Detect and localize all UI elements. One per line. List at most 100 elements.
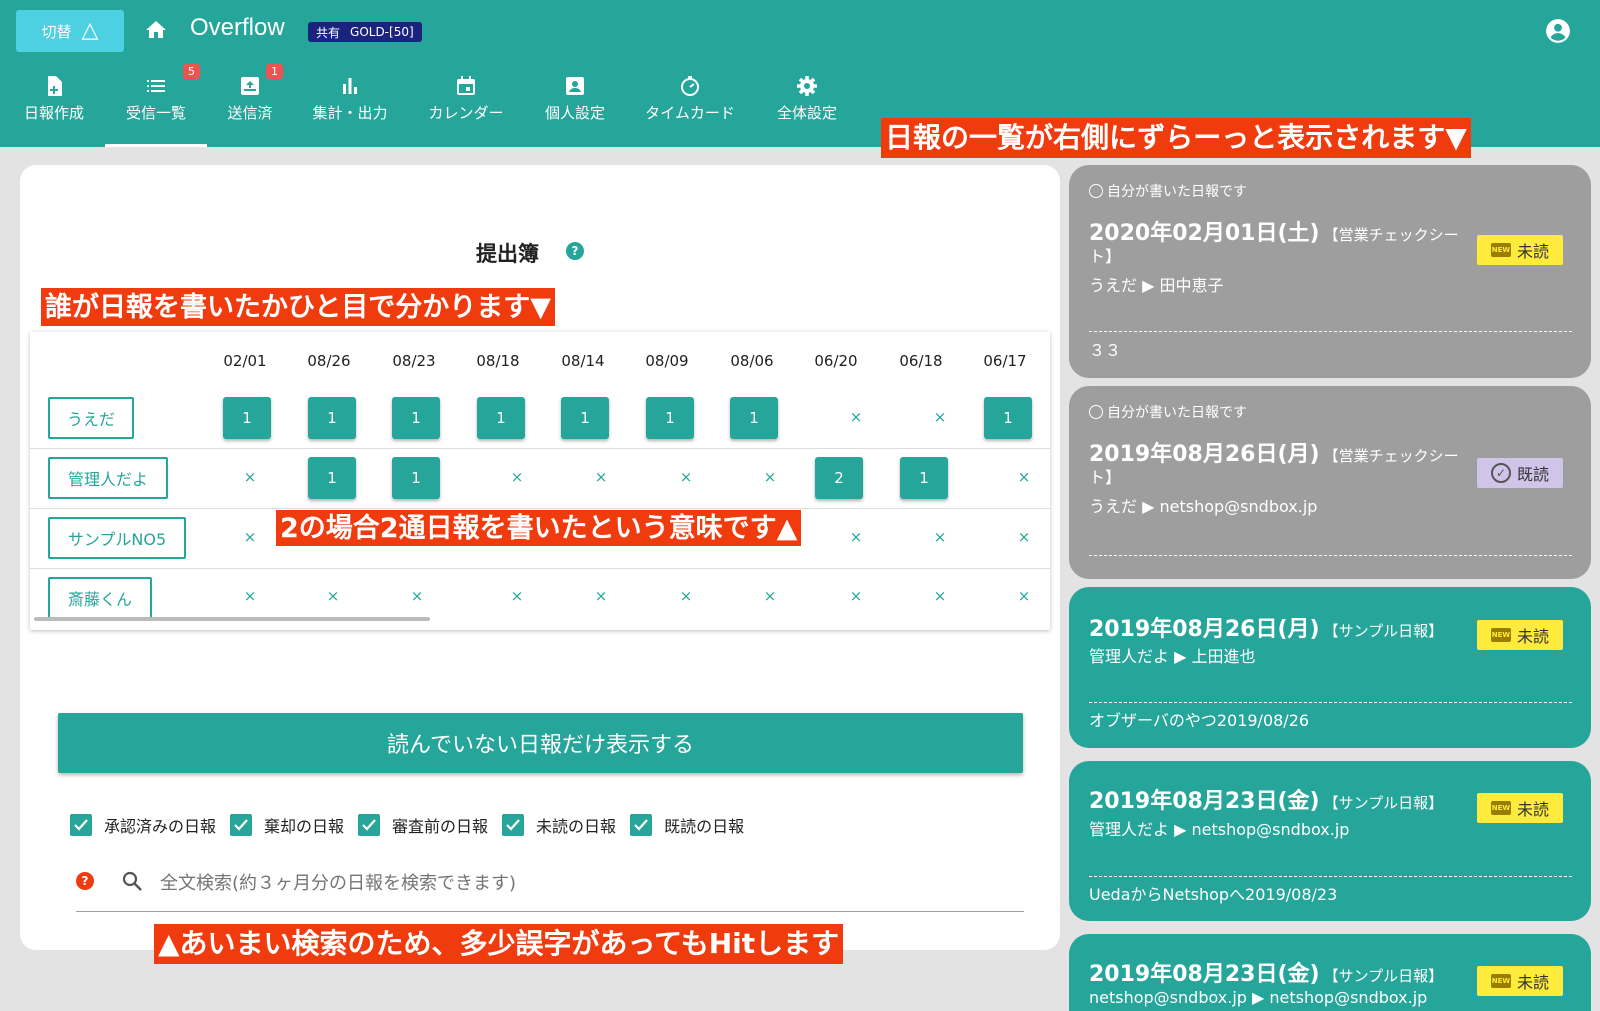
- report-count-cell[interactable]: 1: [308, 457, 356, 499]
- filter-approved[interactable]: 承認済みの日報: [70, 813, 216, 837]
- no-report-mark: ×: [1017, 587, 1031, 605]
- report-count-cell[interactable]: 1: [477, 397, 525, 439]
- date-header: 08/14: [561, 352, 605, 370]
- submission-table: 02/01 08/26 08/23 08/18 08/14 08/09 08/0…: [30, 332, 1050, 630]
- nav-timecard[interactable]: タイムカード: [640, 74, 740, 144]
- nav-label: 受信一覧: [125, 104, 186, 122]
- report-form-name: 【サンプル日報】: [1323, 967, 1444, 985]
- nav-global-settings[interactable]: 全体設定: [772, 74, 842, 144]
- smile-icon: [1089, 184, 1103, 198]
- check-icon: [506, 819, 520, 831]
- checkbox[interactable]: [70, 814, 92, 836]
- report-form-name: 【サンプル日報】: [1323, 794, 1444, 812]
- no-report-mark: ×: [510, 587, 524, 605]
- report-date-text: 2020年02月01日(土): [1089, 221, 1320, 246]
- no-report-mark: ×: [1017, 468, 1031, 486]
- no-report-mark: ×: [849, 528, 863, 546]
- sender: 管理人だよ: [1089, 820, 1170, 839]
- date-header: 08/18: [476, 352, 520, 370]
- filter-pending[interactable]: 審査前の日報: [358, 813, 488, 837]
- report-card[interactable]: 自分が書いた日報です 2020年02月01日(土) 【営業チェックシー ト】 うえ…: [1069, 165, 1591, 378]
- row-divider: [30, 568, 1050, 569]
- recipient: 上田進也: [1191, 647, 1256, 666]
- report-comment: UedaからNetshopへ2019/08/23: [1089, 885, 1338, 904]
- no-report-mark: ×: [679, 587, 693, 605]
- status-filters: 承認済みの日報 棄却の日報 審査前の日報 未読の日報 既読の日報: [70, 812, 758, 838]
- member-button[interactable]: うえだ: [48, 397, 134, 439]
- report-count-cell[interactable]: 1: [730, 397, 778, 439]
- no-report-mark: ×: [326, 587, 340, 605]
- report-card[interactable]: 自分が書いた日報です 2019年08月26日(月) 【営業チェックシー ト】 うえ…: [1069, 386, 1591, 579]
- report-count-cell[interactable]: 1: [646, 397, 694, 439]
- nav-personal-settings[interactable]: 個人設定: [540, 74, 610, 144]
- checkbox[interactable]: [502, 814, 525, 836]
- status-badge: NEW 未読: [1477, 966, 1563, 996]
- checkbox[interactable]: [358, 814, 381, 836]
- own-report-note: 自分が書いた日報です: [1089, 181, 1247, 201]
- report-card[interactable]: 2019年08月26日(月) 【サンプル日報】 管理人だよ ▶ 上田進也 NEW 未…: [1069, 587, 1591, 748]
- filter-label: 既読の日報: [664, 817, 745, 836]
- checkbox[interactable]: [230, 814, 253, 836]
- no-report-mark: ×: [763, 587, 777, 605]
- triangle-icon: △: [81, 18, 99, 43]
- report-comment: オブザーバのやつ2019/08/26: [1089, 711, 1310, 730]
- plan-name: GOLD-[50]: [350, 25, 414, 39]
- report-card[interactable]: 2019年08月23日(金) 【サンプル日報】 netshop@sndbox.jp…: [1069, 934, 1591, 1011]
- own-report-label: 自分が書いた日報です: [1107, 405, 1247, 421]
- help-icon[interactable]: ?: [566, 242, 584, 260]
- member-button[interactable]: 斎藤くん: [48, 577, 152, 619]
- report-count-cell[interactable]: 1: [392, 457, 440, 499]
- checkbox[interactable]: [630, 814, 653, 836]
- status-badge: NEW 未読: [1477, 620, 1563, 650]
- plan-shared: 共有: [316, 25, 341, 40]
- report-count-cell[interactable]: 1: [308, 397, 356, 439]
- report-sender-recipient: うえだ ▶ netshop@sndbox.jp: [1089, 497, 1318, 516]
- report-count-cell[interactable]: 1: [900, 457, 948, 499]
- nav-calendar[interactable]: カレンダー: [424, 74, 508, 144]
- report-sender-recipient: 管理人だよ ▶ 上田進也: [1089, 647, 1256, 666]
- nav-label: 日報作成: [23, 104, 84, 122]
- no-report-mark: ×: [849, 587, 863, 605]
- report-form-name: 【サンプル日報】: [1323, 622, 1444, 640]
- member-button[interactable]: 管理人だよ: [48, 457, 168, 499]
- report-comment: ３３: [1089, 341, 1122, 360]
- filter-read[interactable]: 既読の日報: [630, 813, 744, 837]
- report-count-cell[interactable]: 1: [392, 397, 440, 439]
- no-report-mark: ×: [410, 587, 424, 605]
- date-header: 06/17: [983, 352, 1027, 370]
- report-count-cell[interactable]: 2: [815, 457, 863, 499]
- new-icon: NEW: [1490, 628, 1511, 642]
- report-date-text: 2019年08月26日(月): [1089, 442, 1320, 467]
- date-header: 06/20: [814, 352, 858, 370]
- nav-label: 個人設定: [544, 104, 605, 122]
- recipient: netshop@sndbox.jp: [1191, 820, 1350, 839]
- filter-rejected[interactable]: 棄却の日報: [230, 813, 344, 837]
- member-button[interactable]: サンプルNO5: [48, 517, 186, 559]
- home-icon[interactable]: [144, 18, 168, 42]
- nav-inbox[interactable]: 受信一覧 5: [105, 64, 207, 147]
- report-card[interactable]: 2019年08月23日(金) 【サンプル日報】 管理人だよ ▶ netshop@s…: [1069, 761, 1591, 921]
- report-count-cell[interactable]: 1: [223, 397, 271, 439]
- nav-stats-export[interactable]: 集計・出力: [308, 74, 392, 144]
- no-report-mark: ×: [679, 468, 693, 486]
- nav-sent[interactable]: 送信済 1: [222, 64, 283, 144]
- report-form-name-cont: ト】: [1089, 468, 1122, 487]
- table-scrollbar[interactable]: [34, 617, 430, 621]
- status-badge: ✓ 既読: [1477, 458, 1563, 488]
- status-badge: NEW 未読: [1477, 793, 1563, 823]
- search-help-icon[interactable]: ?: [76, 872, 94, 890]
- no-report-mark: ×: [594, 468, 608, 486]
- show-unread-only-button[interactable]: 読んでいない日報だけ表示する: [58, 713, 1023, 773]
- recipient: 田中恵子: [1159, 276, 1224, 295]
- switch-button[interactable]: 切替 △: [16, 10, 124, 52]
- filter-unread[interactable]: 未読の日報: [502, 813, 616, 837]
- gear-icon: [797, 76, 817, 96]
- nav-create-report[interactable]: 日報作成: [20, 74, 88, 144]
- account-icon[interactable]: [1545, 18, 1571, 44]
- status-text: 未読: [1516, 627, 1549, 646]
- date-header: 06/18: [899, 352, 943, 370]
- report-count-cell[interactable]: 1: [984, 397, 1032, 439]
- search-input[interactable]: [160, 868, 1020, 898]
- report-count-cell[interactable]: 1: [561, 397, 609, 439]
- check-icon: [74, 819, 88, 831]
